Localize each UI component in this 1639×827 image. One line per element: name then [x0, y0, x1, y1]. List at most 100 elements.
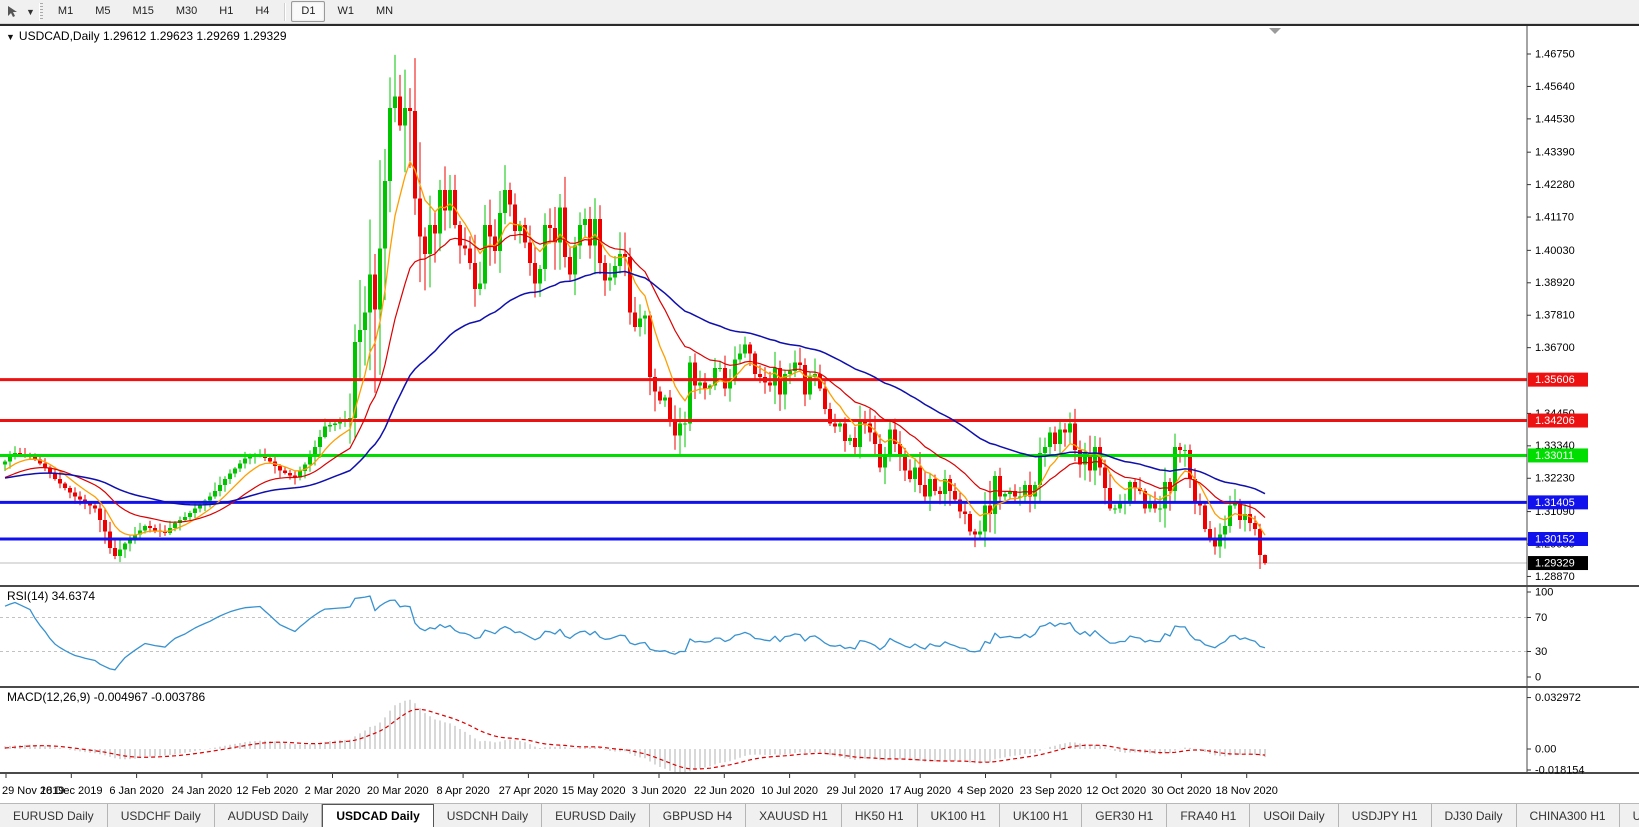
chart-tab-uk100-h1-10[interactable]: UK100 H1: [1000, 804, 1083, 827]
timeframe-button-mn[interactable]: MN: [366, 1, 403, 22]
timeframe-button-w1[interactable]: W1: [327, 1, 364, 22]
price-tick-label: 1.40030: [1535, 245, 1575, 257]
candle-body: [978, 531, 982, 535]
date-tick-label: 18 Dec 2019: [40, 785, 102, 797]
chart-tab-gbpusd-h4-6[interactable]: GBPUSD H4: [650, 804, 747, 827]
timeframe-button-m1[interactable]: M1: [48, 1, 83, 22]
chart-tab-audusd-daily-2[interactable]: AUDUSD Daily: [215, 804, 323, 827]
candle-body: [123, 543, 127, 550]
candle-body: [613, 265, 617, 278]
candle-body: [1003, 493, 1007, 497]
candle-body: [413, 110, 417, 199]
candle-body: [963, 511, 967, 515]
candle-body: [503, 189, 507, 214]
chart-tab-usdcnh-daily-4[interactable]: USDCNH Daily: [434, 804, 543, 827]
chart-tab-usoil-h1-17[interactable]: USOil H1: [1620, 804, 1639, 827]
candle-body: [643, 315, 647, 319]
candle-body: [223, 479, 227, 485]
chart-tab-usdcad-daily-3[interactable]: USDCAD Daily: [322, 804, 434, 827]
chart-canvas[interactable]: 1.46750 1.45640 1.44530 1.43390 1.42280 1.411…: [0, 24, 1639, 803]
timeframe-button-d1[interactable]: D1: [291, 1, 326, 22]
chart-tab-eurusd-daily-5[interactable]: EURUSD Daily: [542, 804, 650, 827]
candle-body: [398, 96, 402, 126]
candle-body: [268, 457, 272, 462]
candle-body: [698, 382, 702, 386]
chart-tab-hk50-h1-8[interactable]: HK50 H1: [842, 804, 918, 827]
timeframe-button-h4[interactable]: H4: [245, 1, 279, 22]
candle-body: [418, 198, 422, 237]
candle-body: [228, 473, 232, 480]
candle-body: [568, 257, 572, 275]
candle-body: [333, 423, 337, 426]
toolbar-separator: [284, 2, 287, 21]
date-tick-label: 3 Jun 2020: [632, 785, 686, 797]
candle-body: [473, 262, 477, 290]
chart-tab-china300-h1-16[interactable]: CHINA300 H1: [1517, 804, 1620, 827]
candle-body: [1093, 447, 1097, 471]
rsi-indicator-label: RSI(14) 34.6374: [7, 589, 96, 603]
candle-body: [113, 547, 117, 556]
chart-tab-dj30-daily-15[interactable]: DJ30 Daily: [1432, 804, 1517, 827]
date-tick-label: 23 Sep 2020: [1020, 785, 1082, 797]
price-tick-label: 1.37810: [1535, 310, 1575, 322]
candle-body: [368, 274, 372, 313]
price-tick-label: 1.38920: [1535, 277, 1575, 289]
candle-body: [388, 108, 392, 182]
candle-body: [238, 463, 242, 469]
candle-body: [663, 397, 667, 401]
candle-body: [658, 391, 662, 401]
candle-body: [703, 382, 707, 389]
timeframe-button-m30[interactable]: M30: [166, 1, 207, 22]
candle-body: [118, 549, 122, 556]
candle-body: [853, 438, 857, 448]
candle-body: [58, 479, 62, 484]
candle-body: [768, 382, 772, 386]
candle-body: [593, 219, 597, 246]
candle-body: [668, 397, 672, 421]
date-tick-label: 12 Feb 2020: [236, 785, 298, 797]
timeframe-toolbar: ▼ M1 M5 M15 M30 H1 H4 D1 W1 MN: [0, 0, 1639, 24]
timeframe-button-m15[interactable]: M15: [122, 1, 163, 22]
chart-tab-usdjpy-h1-14[interactable]: USDJPY H1: [1339, 804, 1432, 827]
candle-body: [918, 467, 922, 485]
candle-body: [103, 520, 107, 532]
candle-body: [278, 466, 282, 471]
candle-body: [908, 470, 912, 480]
chart-cursor-icon[interactable]: [0, 1, 26, 23]
chart-tab-usdchf-daily-1[interactable]: USDCHF Daily: [108, 804, 215, 827]
timeframe-button-m5[interactable]: M5: [85, 1, 120, 22]
candle-body: [1038, 452, 1042, 485]
candle-body: [938, 490, 942, 494]
candle-body: [1128, 482, 1132, 503]
candle-body: [903, 455, 907, 471]
chart-tab-fra40-h1-12[interactable]: FRA40 H1: [1167, 804, 1251, 827]
level-badge-label: 1.34206: [1535, 415, 1575, 427]
chart-tab-uk100-h1-9[interactable]: UK100 H1: [918, 804, 1000, 827]
candle-body: [823, 388, 827, 410]
candle-body: [838, 423, 842, 427]
candle-body: [93, 505, 97, 509]
timeframe-button-h1[interactable]: H1: [209, 1, 243, 22]
toolbar-grip[interactable]: [38, 2, 43, 21]
chart-tab-ger30-h1-11[interactable]: GER30 H1: [1082, 804, 1168, 827]
rsi-tick-label: 0: [1535, 671, 1541, 683]
tool-dropdown-caret[interactable]: ▼: [26, 7, 35, 17]
candle-body: [883, 455, 887, 468]
ohlc-low: 1.29269: [196, 29, 240, 43]
candle-body: [438, 189, 442, 234]
candle-body: [583, 219, 587, 225]
chart-tab-eurusd-daily-0[interactable]: EURUSD Daily: [0, 804, 108, 827]
candle-body: [608, 277, 612, 281]
chart-menu-arrow[interactable]: ▼: [6, 32, 15, 42]
candle-body: [143, 525, 147, 531]
candle-body: [788, 371, 792, 374]
candle-body: [843, 423, 847, 442]
chart-top-border: [0, 24, 1639, 26]
candle-body: [43, 463, 47, 468]
candle-body: [848, 438, 852, 442]
chart-title: ▼ USDCAD,Daily 1.29612 1.29623 1.29269 1.…: [6, 29, 287, 43]
candle-body: [1263, 554, 1267, 564]
date-tick-label: 24 Jan 2020: [172, 785, 233, 797]
chart-tab-usoil-daily-13[interactable]: USOil Daily: [1250, 804, 1339, 827]
chart-tab-xauusd-h1-7[interactable]: XAUUSD H1: [746, 804, 842, 827]
